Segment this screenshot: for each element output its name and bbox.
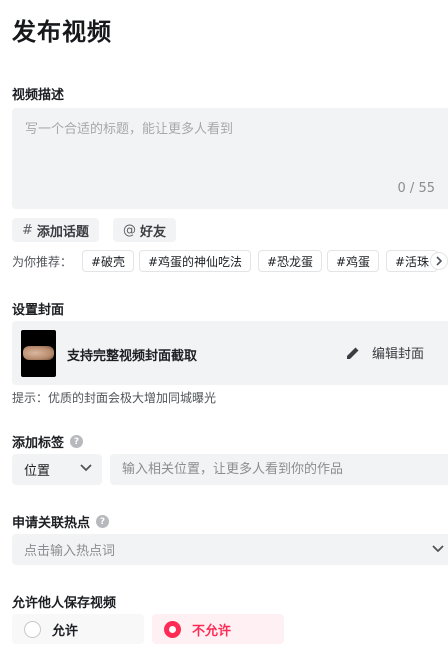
pencil-icon xyxy=(347,347,359,359)
page-title: 发布视频 xyxy=(12,18,112,46)
hotspot-select[interactable]: 点击输入热点词 xyxy=(12,534,448,565)
description-counter: 0 / 55 xyxy=(397,181,435,196)
edit-cover-label: 编辑封面 xyxy=(372,347,425,362)
radio-allow[interactable]: 允许 xyxy=(12,614,144,644)
recommend-tag[interactable]: #破壳 xyxy=(82,250,135,272)
mention-friend-label: 好友 xyxy=(140,224,167,240)
recommend-label: 为你推荐： xyxy=(12,255,73,269)
cover-panel: 支持完整视频封面截取 编辑封面 xyxy=(12,321,448,385)
location-select[interactable]: 位置 xyxy=(12,454,102,485)
tag-label-text: 添加标签 xyxy=(12,436,65,451)
help-icon[interactable]: ? xyxy=(70,435,84,448)
edit-cover-button[interactable]: 编辑封面 xyxy=(346,343,424,362)
radio-deny-label: 不允许 xyxy=(192,623,232,639)
radio-allow-label: 允许 xyxy=(52,623,79,639)
radio-circle-icon xyxy=(24,620,41,638)
add-topic-label: 添加话题 xyxy=(36,224,89,240)
cover-thumbnail[interactable] xyxy=(21,330,56,377)
hotspot-label: 申请关联热点 ? xyxy=(12,512,110,531)
description-textarea[interactable]: 写一个合适的标题，能让更多人看到 0 / 55 xyxy=(12,108,448,209)
hash-icon: # xyxy=(22,222,33,238)
hotspot-placeholder: 点击输入热点词 xyxy=(24,544,116,559)
chevron-right-icon[interactable] xyxy=(430,252,448,270)
location-input[interactable] xyxy=(110,454,448,485)
radio-selected-icon xyxy=(164,620,181,638)
cover-hint: 提示：优质的封面会极大增加同城曝光 xyxy=(12,391,217,405)
at-icon: @ xyxy=(123,222,136,238)
radio-deny[interactable]: 不允许 xyxy=(152,614,284,644)
add-topic-button[interactable]: # 添加话题 xyxy=(12,218,99,242)
description-placeholder: 写一个合适的标题，能让更多人看到 xyxy=(25,122,234,137)
cover-description: 支持完整视频封面截取 xyxy=(67,349,198,364)
mention-friend-button[interactable]: @ 好友 xyxy=(113,218,177,242)
help-icon[interactable]: ? xyxy=(96,515,110,528)
chevron-down-icon xyxy=(80,464,92,472)
hotspot-label-text: 申请关联热点 xyxy=(12,516,91,531)
recommend-tag[interactable]: #恐龙蛋 xyxy=(258,250,323,272)
description-label: 视频描述 xyxy=(12,88,65,103)
recommend-tag[interactable]: #鸡蛋 xyxy=(327,250,380,272)
chevron-down-icon xyxy=(432,545,444,553)
recommend-tag[interactable]: #鸡蛋的神仙吃法 xyxy=(139,250,252,272)
save-permission-label: 允许他人保存视频 xyxy=(12,596,117,611)
tag-label: 添加标签 ? xyxy=(12,432,84,451)
location-select-value: 位置 xyxy=(24,464,51,479)
cover-label: 设置封面 xyxy=(12,303,65,318)
